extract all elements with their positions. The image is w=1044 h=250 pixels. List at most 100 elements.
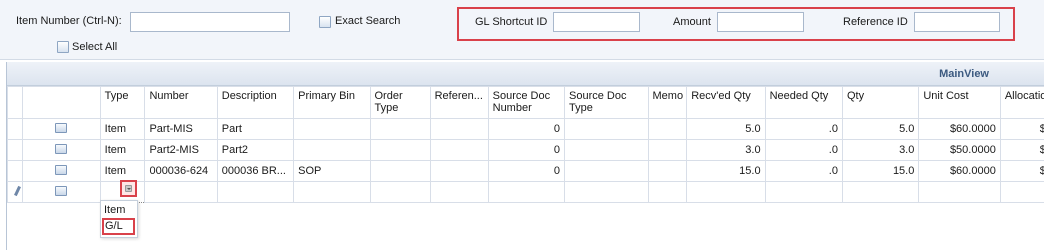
col-header-qty[interactable]: Qty <box>841 86 920 119</box>
cell-number[interactable] <box>144 181 218 203</box>
cell-number[interactable]: Part-MIS <box>144 118 218 140</box>
cell-memo[interactable] <box>647 139 688 161</box>
cell-reference[interactable] <box>429 139 489 161</box>
cell-number[interactable]: 000036-624 <box>144 160 218 182</box>
table-row[interactable]: Item Part-MIS Part 0 5.0 .0 5.0 $60.0000… <box>6 118 1044 140</box>
col-header-reference[interactable]: Referen... <box>429 86 489 119</box>
cell-unit-cost[interactable] <box>918 181 1001 203</box>
row-select-cell[interactable] <box>22 181 101 203</box>
cell-source-doc-number[interactable]: 0 <box>487 139 566 161</box>
cell-description[interactable] <box>216 181 295 203</box>
row-select-cell[interactable] <box>22 139 101 161</box>
cell-allocation[interactable]: $0 <box>999 118 1044 140</box>
item-number-input[interactable] <box>130 12 290 32</box>
cell-source-doc-type[interactable] <box>564 160 649 182</box>
cell-primary-bin[interactable] <box>293 118 371 140</box>
lines-grid: Type Number Description Primary Bin Orde… <box>6 86 1044 203</box>
cell-needed-qty[interactable]: .0 <box>764 139 843 161</box>
cell-source-doc-type[interactable] <box>564 118 649 140</box>
view-name: MainView <box>939 68 989 80</box>
cell-unit-cost[interactable]: $60.0000 <box>918 160 1001 182</box>
cell-number[interactable]: Part2-MIS <box>144 139 218 161</box>
cell-description[interactable]: Part <box>216 118 295 140</box>
table-row[interactable]: Item Part2-MIS Part2 0 3.0 .0 3.0 $50.00… <box>6 139 1044 161</box>
cell-reference[interactable] <box>429 160 489 182</box>
cell-qty[interactable]: 3.0 <box>841 139 920 161</box>
dropdown-option-gl[interactable]: G/L <box>102 218 135 235</box>
cell-allocation[interactable]: $0 <box>999 160 1044 182</box>
type-dropdown-list: Item G/L <box>100 200 138 238</box>
cell-qty[interactable] <box>841 181 920 203</box>
cell-order-type[interactable] <box>369 139 431 161</box>
cell-order-type[interactable] <box>369 181 431 203</box>
item-number-label: Item Number (Ctrl-N): <box>16 15 122 27</box>
row-indicator[interactable] <box>6 181 24 203</box>
row-select-cell[interactable] <box>22 118 101 140</box>
table-row[interactable]: Item 000036-624 000036 BR... SOP 0 15.0 … <box>6 160 1044 182</box>
select-all-checkbox[interactable] <box>57 41 69 53</box>
col-header-recved-qty[interactable]: Recv'ed Qty <box>686 86 766 119</box>
grid-panel: MainView Type Number Description Primary… <box>6 62 1044 250</box>
row-icon[interactable] <box>55 122 68 133</box>
cell-qty[interactable]: 5.0 <box>841 118 920 140</box>
cell-recved-qty[interactable]: 3.0 <box>686 139 766 161</box>
cell-source-doc-number[interactable] <box>487 181 566 203</box>
col-header-source-doc-number[interactable]: Source Doc Number <box>487 86 566 119</box>
cell-type[interactable]: Item <box>99 160 146 182</box>
row-icon[interactable] <box>55 185 68 196</box>
cell-recved-qty[interactable]: 15.0 <box>686 160 766 182</box>
cell-needed-qty[interactable]: .0 <box>764 160 843 182</box>
exact-search-checkbox[interactable] <box>319 16 331 28</box>
chevron-down-icon <box>125 185 132 192</box>
cell-memo[interactable] <box>647 160 688 182</box>
col-header-description[interactable]: Description <box>216 86 295 119</box>
cell-reference[interactable] <box>429 118 489 140</box>
new-row[interactable] <box>6 181 1044 203</box>
grid-view-bar: MainView <box>7 62 1044 86</box>
row-select-cell[interactable] <box>22 160 101 182</box>
cell-primary-bin[interactable] <box>293 181 371 203</box>
cell-recved-qty[interactable] <box>686 181 766 203</box>
col-header-number[interactable]: Number <box>144 86 218 119</box>
cell-description[interactable]: Part2 <box>216 139 295 161</box>
col-header-allocation[interactable]: Allocation <box>999 86 1044 119</box>
cell-reference[interactable] <box>429 181 489 203</box>
type-dropdown-button[interactable] <box>120 180 137 197</box>
cell-needed-qty[interactable] <box>764 181 843 203</box>
col-header-source-doc-type[interactable]: Source Doc Type <box>564 86 649 119</box>
cell-needed-qty[interactable]: .0 <box>764 118 843 140</box>
row-indicator[interactable] <box>6 160 24 182</box>
grid-header-row: Type Number Description Primary Bin Orde… <box>6 86 1044 119</box>
select-column-header <box>22 86 101 119</box>
cell-allocation[interactable]: $0 <box>999 139 1044 161</box>
col-header-memo[interactable]: Memo <box>647 86 688 119</box>
cell-recved-qty[interactable]: 5.0 <box>686 118 766 140</box>
cell-primary-bin[interactable] <box>293 139 371 161</box>
cell-order-type[interactable] <box>369 118 431 140</box>
col-header-order-type[interactable]: Order Type <box>369 86 431 119</box>
col-header-primary-bin[interactable]: Primary Bin <box>293 86 371 119</box>
cell-primary-bin[interactable]: SOP <box>293 160 371 182</box>
dropdown-option-item[interactable]: Item <box>104 204 125 216</box>
row-icon[interactable] <box>55 143 68 154</box>
cell-source-doc-number[interactable]: 0 <box>487 118 566 140</box>
cell-description[interactable]: 000036 BR... <box>216 160 295 182</box>
cell-allocation[interactable] <box>999 181 1044 203</box>
cell-qty[interactable]: 15.0 <box>841 160 920 182</box>
row-icon[interactable] <box>55 164 68 175</box>
cell-source-doc-number[interactable]: 0 <box>487 160 566 182</box>
cell-order-type[interactable] <box>369 160 431 182</box>
row-indicator[interactable] <box>6 139 24 161</box>
cell-unit-cost[interactable]: $50.0000 <box>918 139 1001 161</box>
col-header-unit-cost[interactable]: Unit Cost <box>918 86 1001 119</box>
cell-type[interactable]: Item <box>99 139 146 161</box>
cell-source-doc-type[interactable] <box>564 139 649 161</box>
cell-source-doc-type[interactable] <box>564 181 649 203</box>
col-header-needed-qty[interactable]: Needed Qty <box>764 86 843 119</box>
col-header-type[interactable]: Type <box>99 86 146 119</box>
cell-memo[interactable] <box>647 181 688 203</box>
row-indicator[interactable] <box>6 118 24 140</box>
cell-type[interactable]: Item <box>99 118 146 140</box>
cell-memo[interactable] <box>647 118 688 140</box>
cell-unit-cost[interactable]: $60.0000 <box>918 118 1001 140</box>
